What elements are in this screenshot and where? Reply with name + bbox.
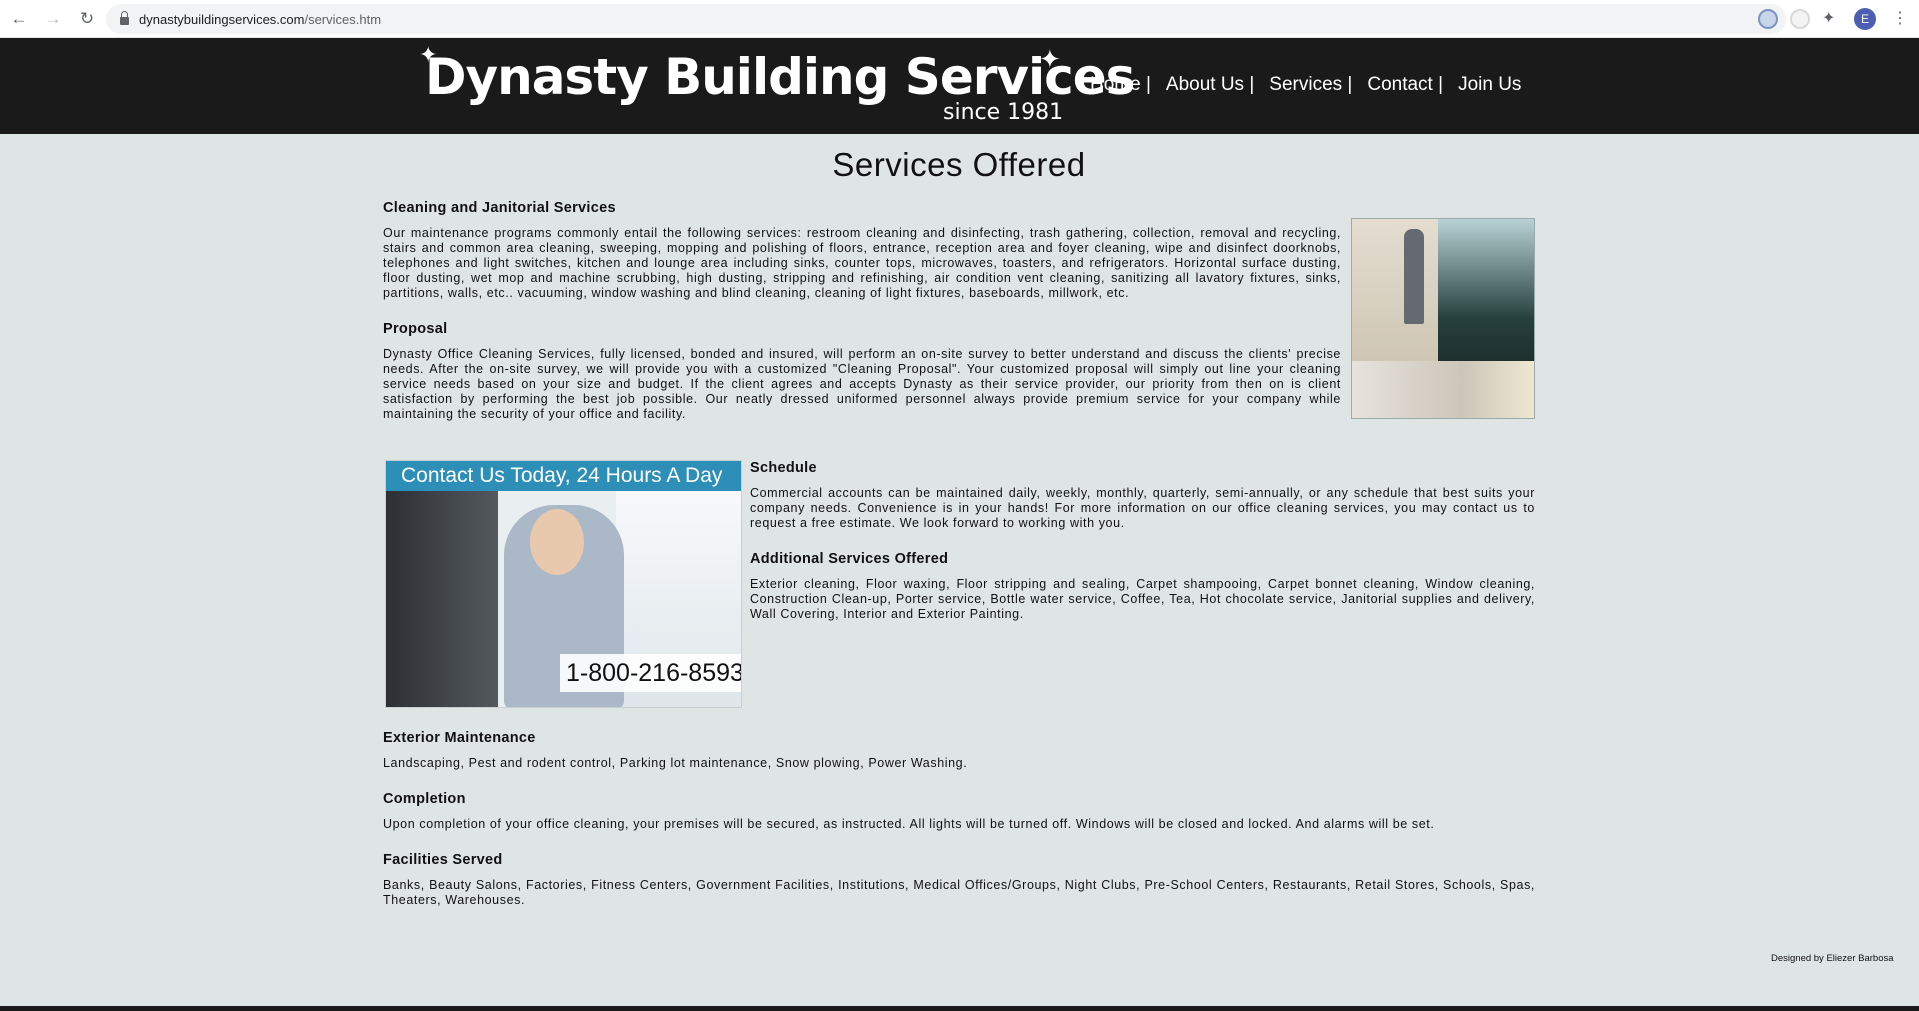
section-proposal: Proposal Dynasty Office Cleaning Service… xyxy=(383,321,1341,422)
ad-phone-number: 1-800-216-8593 xyxy=(560,654,741,692)
section-text: Upon completion of your office cleaning,… xyxy=(383,817,1435,831)
nav-about-us[interactable]: About Us | xyxy=(1166,74,1254,96)
section-text: Commercial accounts can be maintained da… xyxy=(750,486,1535,530)
puzzle-extensions-icon[interactable]: ✦ xyxy=(1822,8,1842,28)
photo-polished-floor xyxy=(1352,361,1534,418)
section-schedule: Schedule Commercial accounts can be main… xyxy=(750,460,1535,531)
nav-contact[interactable]: Contact | xyxy=(1367,74,1443,96)
extension-icon[interactable] xyxy=(1790,9,1810,29)
cleaning-photo-collage xyxy=(1351,218,1535,419)
browser-toolbar: ← → ↻ dynastybuildingservices.com/servic… xyxy=(0,0,1919,38)
contact-row: Contact Us Today, 24 Hours A Day 1-800-2… xyxy=(383,460,1535,708)
profile-avatar[interactable]: E xyxy=(1854,8,1876,30)
ad-person-face xyxy=(530,509,584,575)
section-text: Our maintenance programs commonly entail… xyxy=(383,226,1341,300)
nav-services[interactable]: Services | xyxy=(1269,74,1352,96)
logo-title: Dynasty Building Services xyxy=(425,48,1135,106)
address-bar[interactable]: dynastybuildingservices.com/services.htm… xyxy=(106,4,1786,34)
section-heading: Exterior Maintenance xyxy=(383,730,536,746)
browser-menu-icon[interactable]: ⋮ xyxy=(1892,8,1908,28)
section-completion: Completion Upon completion of your offic… xyxy=(383,791,1535,832)
intro-row: Cleaning and Janitorial Services Our mai… xyxy=(383,200,1535,442)
sparkle-icon: ✦ xyxy=(1039,44,1061,74)
section-text: Exterior cleaning, Floor waxing, Floor s… xyxy=(750,577,1535,621)
reload-icon[interactable]: ↻ xyxy=(72,4,102,34)
ad-banner: Contact Us Today, 24 Hours A Day xyxy=(386,461,741,491)
lock-icon[interactable] xyxy=(120,11,129,25)
url-domain: dynastybuildingservices.com xyxy=(139,11,305,27)
extension-icon[interactable] xyxy=(1758,9,1778,29)
intro-text-column: Cleaning and Janitorial Services Our mai… xyxy=(383,200,1341,442)
back-icon[interactable]: ← xyxy=(4,4,34,34)
schedule-column: Schedule Commercial accounts can be main… xyxy=(750,460,1535,708)
photo-worker-cleaning xyxy=(1438,219,1534,361)
site-logo[interactable]: ✦ Dynasty Building Services ✦ since 1981 xyxy=(419,42,1135,130)
section-heading: Completion xyxy=(383,791,466,807)
nav-home[interactable]: Home | xyxy=(1090,74,1151,96)
section-text: Dynasty Office Cleaning Services, fully … xyxy=(383,347,1341,421)
bottom-bar xyxy=(0,1006,1919,1011)
url-path: /services.htm xyxy=(304,11,382,27)
page-title: Services Offered xyxy=(832,146,1086,183)
main-content: Services Offered Cleaning and Janitorial… xyxy=(383,134,1535,928)
section-heading: Proposal xyxy=(383,321,448,337)
section-text: Banks, Beauty Salons, Factories, Fitness… xyxy=(383,878,1535,907)
site-header: ✦ Dynasty Building Services ✦ since 1981… xyxy=(0,38,1919,134)
logo-tagline: since 1981 xyxy=(943,100,1064,125)
section-additional: Additional Services Offered Exterior cle… xyxy=(750,551,1535,622)
ad-monitor xyxy=(386,491,498,707)
section-cleaning: Cleaning and Janitorial Services Our mai… xyxy=(383,200,1341,301)
section-exterior: Exterior Maintenance Landscaping, Pest a… xyxy=(383,730,1535,771)
url-text[interactable]: dynastybuildingservices.com/services.htm xyxy=(139,12,381,27)
section-facilities: Facilities Served Banks, Beauty Salons, … xyxy=(383,852,1535,908)
nav-join-us[interactable]: Join Us xyxy=(1458,74,1521,96)
main-nav: Home | About Us | Services | Contact | J… xyxy=(1090,74,1536,96)
section-heading: Additional Services Offered xyxy=(750,551,949,567)
section-heading: Schedule xyxy=(750,460,817,476)
section-heading: Cleaning and Janitorial Services xyxy=(383,200,616,216)
section-heading: Facilities Served xyxy=(383,852,503,868)
footer-credit: Designed by Eliezer Barbosa xyxy=(1771,953,1894,964)
section-text: Landscaping, Pest and rodent control, Pa… xyxy=(383,756,968,770)
photo-vacuuming xyxy=(1352,219,1438,361)
forward-icon[interactable]: → xyxy=(38,4,68,34)
contact-ad-image: Contact Us Today, 24 Hours A Day 1-800-2… xyxy=(385,460,742,708)
